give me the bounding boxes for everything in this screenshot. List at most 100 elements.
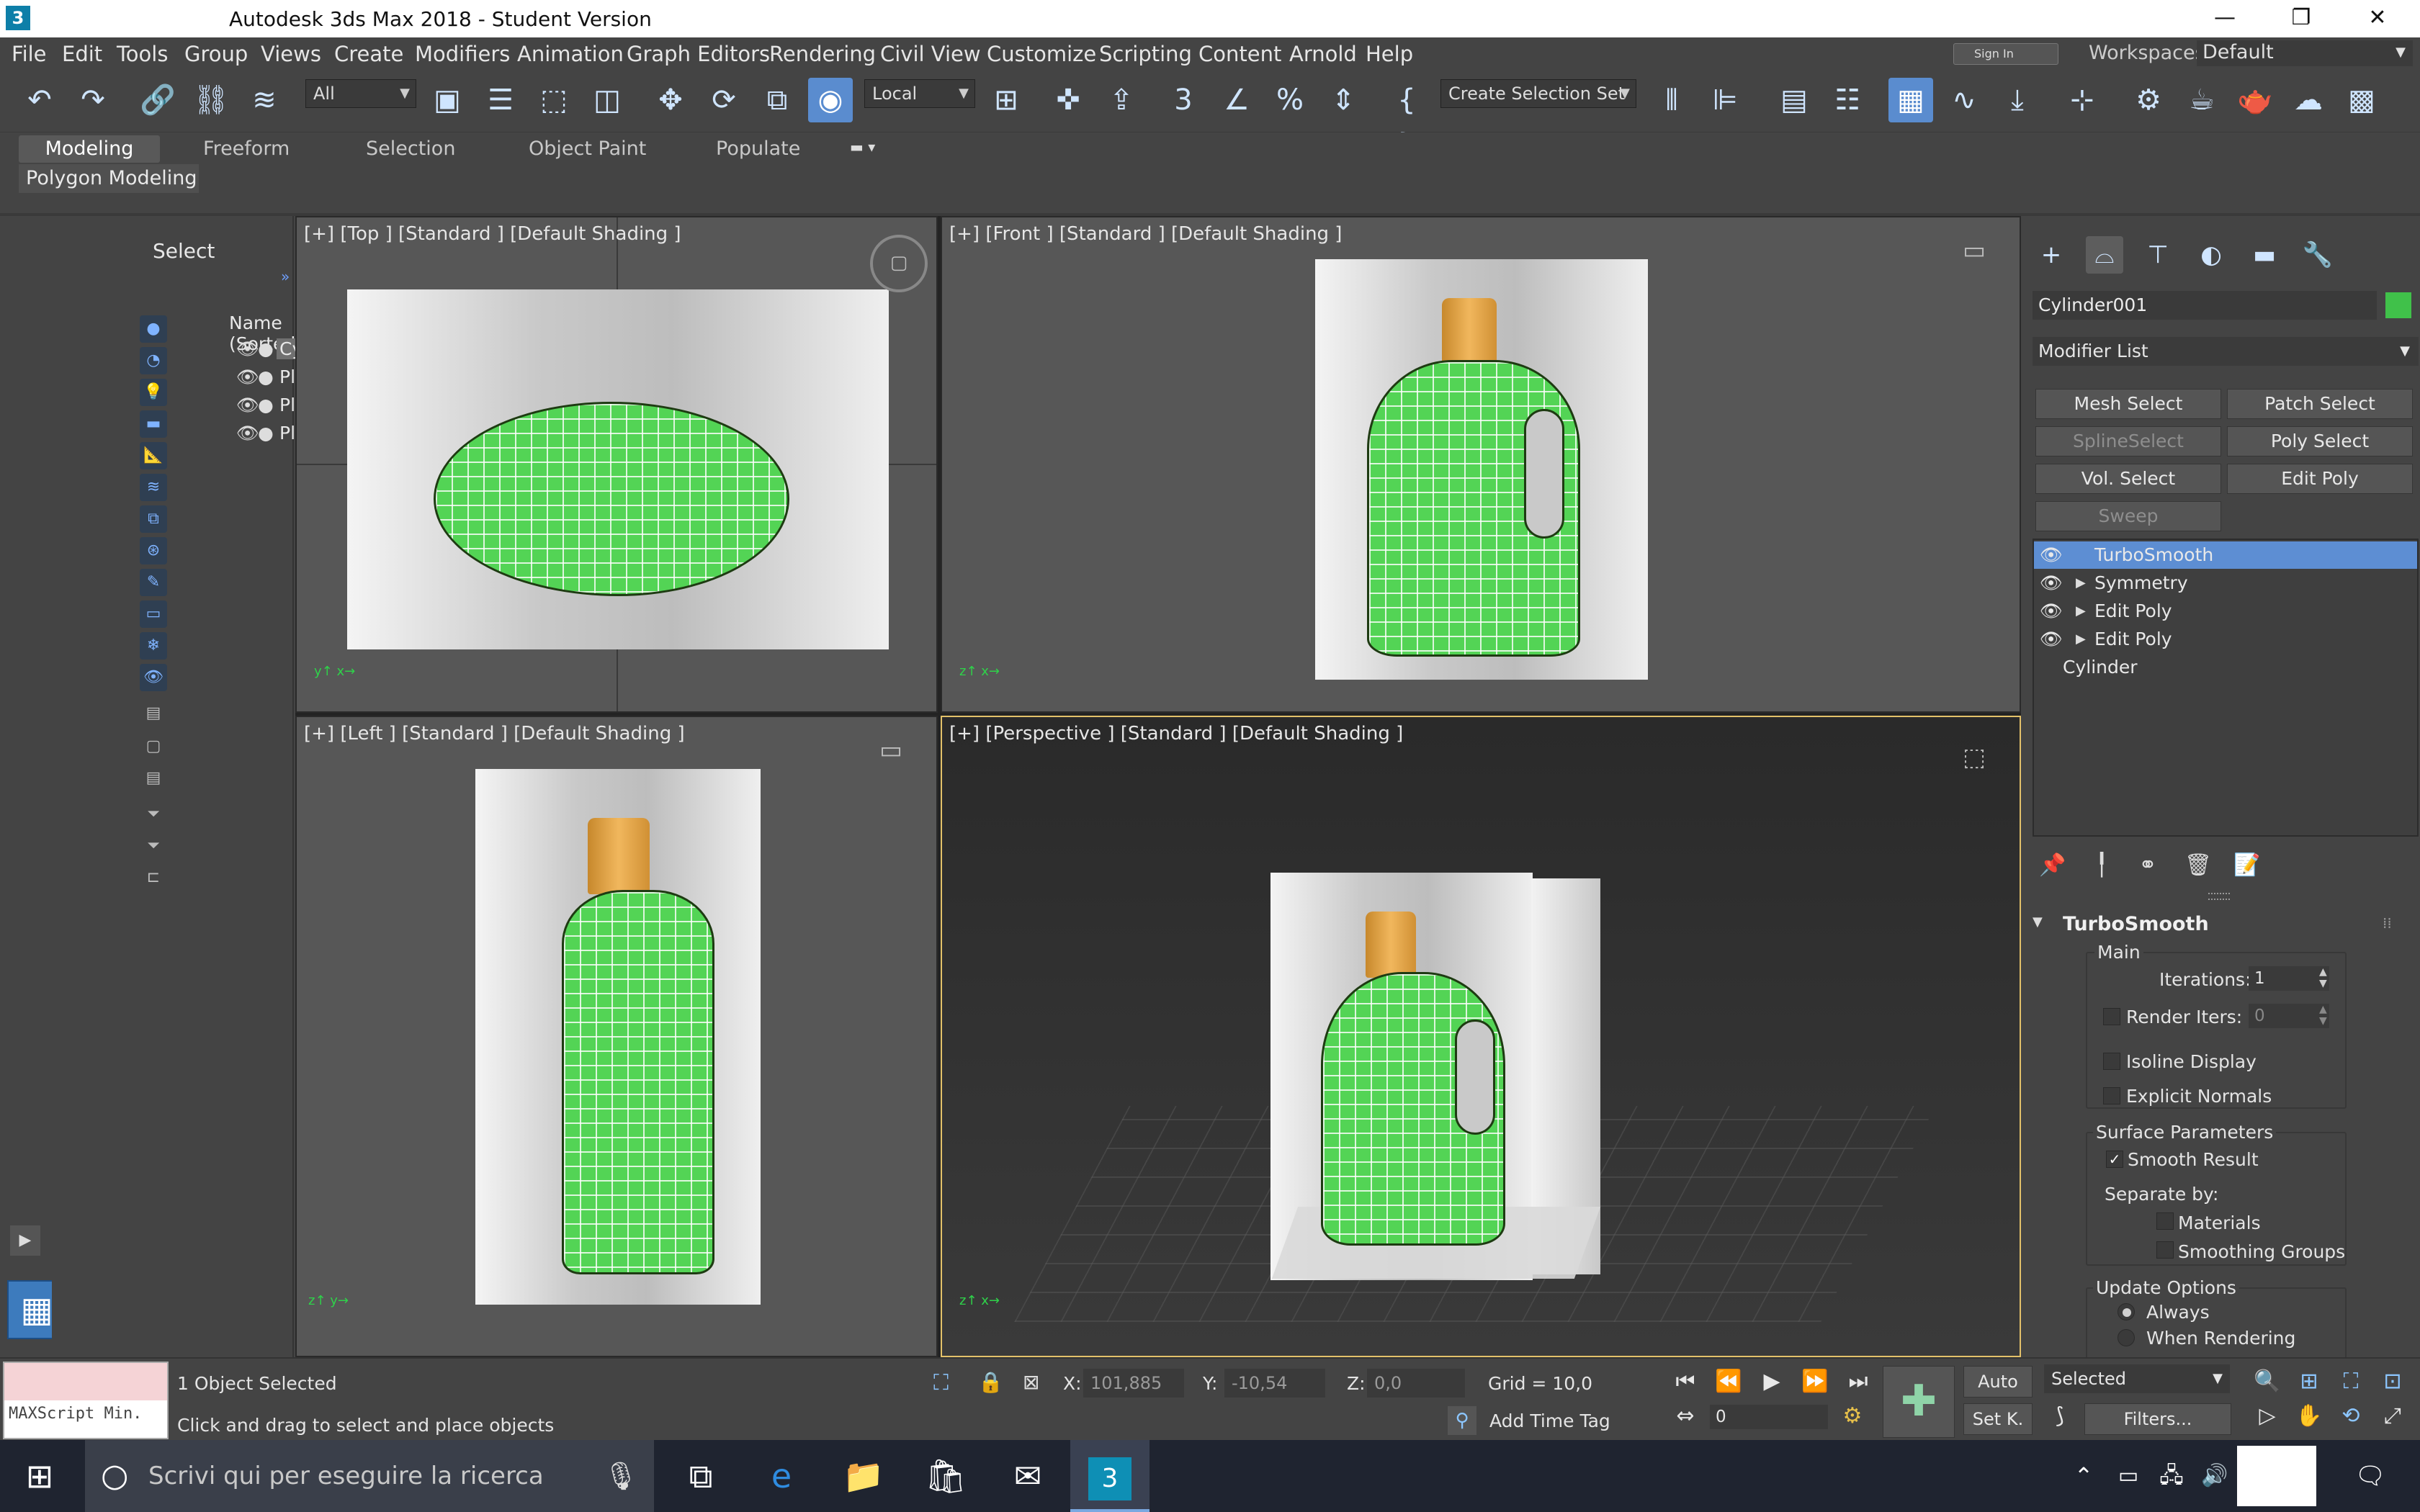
- isoline-display-checkbox[interactable]: [2103, 1053, 2120, 1070]
- eye-icon[interactable]: 👁: [236, 423, 259, 444]
- viewcube-icon[interactable]: ▭: [860, 736, 922, 765]
- display-lights-icon[interactable]: 💡: [140, 379, 167, 406]
- menu-modifiers[interactable]: Modifiers: [415, 42, 510, 66]
- edit-poly-button[interactable]: Edit Poly: [2227, 464, 2413, 494]
- smooth-result-checkbox[interactable]: ✓: [2106, 1151, 2123, 1168]
- drag-handle-icon[interactable]: ⁞⁞: [2383, 914, 2392, 932]
- rotate-icon[interactable]: ⟳: [702, 78, 746, 122]
- time-configuration-icon[interactable]: ⚙: [1832, 1399, 1873, 1434]
- stack-item-turbosmooth[interactable]: 👁 TurboSmooth: [2034, 541, 2417, 569]
- scale-icon[interactable]: ⧉: [755, 78, 799, 122]
- orbit-icon[interactable]: ⟲: [2331, 1399, 2371, 1434]
- go-to-end-icon[interactable]: ⏭: [1838, 1364, 1878, 1399]
- tab-modeling[interactable]: Modeling: [19, 135, 160, 163]
- freeze-icon[interactable]: ●: [258, 423, 277, 444]
- 3dsmax-taskbar-icon[interactable]: 3: [1070, 1440, 1150, 1512]
- key-mode-toggle-icon[interactable]: ⇔: [1665, 1399, 1706, 1434]
- iterations-spinner[interactable]: 1: [2249, 966, 2329, 991]
- menu-civil-view[interactable]: Civil View: [880, 42, 981, 66]
- maximize-viewport-icon[interactable]: ⤢: [2372, 1399, 2413, 1434]
- display-xrefs-icon[interactable]: ⊛: [140, 537, 167, 564]
- display-invert-icon[interactable]: ▤: [140, 765, 167, 792]
- expand-icon[interactable]: ▶: [2076, 598, 2086, 625]
- menu-create[interactable]: Create: [334, 42, 403, 66]
- reference-coord-dropdown[interactable]: Local: [864, 79, 975, 108]
- workspace-select[interactable]: Default ▼: [2197, 40, 2413, 66]
- unlink-icon[interactable]: ⛓: [189, 78, 233, 122]
- display-containers-icon[interactable]: ▭: [140, 600, 167, 628]
- eye-icon[interactable]: 👁: [2040, 541, 2063, 569]
- viewport-label[interactable]: [+] [Perspective ] [Standard ] [Default …: [949, 723, 1403, 744]
- vol-select-button[interactable]: Vol. Select: [2035, 464, 2221, 494]
- undo-icon[interactable]: ↶: [17, 78, 62, 122]
- field-of-view-icon[interactable]: ▷: [2247, 1399, 2287, 1434]
- render-activeshade-icon[interactable]: ☁: [2286, 78, 2331, 122]
- display-hidden-icon[interactable]: 👁: [140, 664, 167, 691]
- turbosmooth-rollout-title[interactable]: TurboSmooth: [2063, 913, 2209, 935]
- dope-sheet-icon[interactable]: ⤓: [1995, 78, 2040, 122]
- app-icon[interactable]: 3: [6, 6, 30, 30]
- clock-area[interactable]: [2237, 1446, 2316, 1506]
- viewport-front[interactable]: ▭ [+] [Front ] [Standard ] [Default Shad…: [941, 216, 2021, 713]
- rect-region-icon[interactable]: ⬚: [532, 78, 576, 122]
- curve-editor-icon[interactable]: ∿: [1942, 78, 1986, 122]
- x-coordinate-field[interactable]: 101,885: [1083, 1369, 1184, 1398]
- menu-animation[interactable]: Animation: [517, 42, 624, 66]
- eye-icon[interactable]: 👁: [236, 338, 259, 360]
- zoom-icon[interactable]: 🔍: [2247, 1364, 2287, 1399]
- viewport-label[interactable]: [+] [Front ] [Standard ] [Default Shadin…: [949, 223, 1342, 245]
- modifier-list-dropdown[interactable]: Modifier List: [2033, 337, 2419, 366]
- expand-icon[interactable]: ▶: [2076, 570, 2086, 597]
- edit-named-sets-icon[interactable]: { }: [1384, 78, 1429, 161]
- select-by-name-icon[interactable]: ☰: [478, 78, 523, 122]
- rendered-frame-window-icon[interactable]: ☕: [2179, 78, 2224, 122]
- pan-icon[interactable]: ✋: [2289, 1399, 2329, 1434]
- go-to-start-icon[interactable]: ⏮: [1665, 1364, 1706, 1399]
- ribbon-toggle-icon[interactable]: ▦: [1888, 78, 1933, 122]
- viewport-top[interactable]: ▢ [+] [Top ] [Standard ] [Default Shadin…: [295, 216, 938, 713]
- make-unique-icon[interactable]: ⚭: [2132, 850, 2164, 881]
- absolute-mode-icon[interactable]: ⊠: [1023, 1370, 1050, 1398]
- expand-icon[interactable]: ▶: [2076, 626, 2086, 653]
- select-manipulate-icon[interactable]: ✜: [1046, 78, 1090, 122]
- align-icon[interactable]: ⊫: [1703, 78, 1747, 122]
- always-radio[interactable]: [2118, 1303, 2135, 1320]
- store-icon[interactable]: 🛍: [906, 1440, 985, 1512]
- render-production-icon[interactable]: 🫖: [2233, 78, 2277, 122]
- eye-icon[interactable]: 👁: [2040, 598, 2063, 625]
- spinner-arrows-icon[interactable]: ▲ ▼: [2319, 966, 2327, 989]
- freeze-icon[interactable]: ●: [258, 395, 277, 415]
- menu-views[interactable]: Views: [261, 42, 321, 66]
- menu-rendering[interactable]: Rendering: [769, 42, 876, 66]
- spinner-snap-icon[interactable]: ⇕: [1321, 78, 1366, 122]
- show-end-result-icon[interactable]: ╿: [2086, 850, 2118, 881]
- play-animation-icon[interactable]: ▶: [1752, 1364, 1792, 1399]
- hierarchy-tab-icon[interactable]: ⊤: [2139, 236, 2177, 274]
- tab-populate[interactable]: Populate: [703, 135, 813, 163]
- splitter-handle[interactable]: [2208, 893, 2230, 900]
- notification-center-icon[interactable]: 🗨: [2331, 1440, 2410, 1512]
- set-key-big-icon[interactable]: ✚: [1883, 1366, 1955, 1438]
- close-button[interactable]: ✕: [2339, 0, 2416, 37]
- display-groups-icon[interactable]: ⧉: [140, 505, 167, 533]
- viewcube-icon[interactable]: ⬚: [1943, 743, 2005, 772]
- stack-item-edit-poly[interactable]: 👁 ▶ Edit Poly: [2034, 598, 2417, 625]
- display-shapes-icon[interactable]: ◔: [140, 347, 167, 374]
- windows-start-icon[interactable]: ⊞: [0, 1440, 79, 1512]
- viewcube-icon[interactable]: ▭: [1943, 236, 2005, 265]
- mirror-icon[interactable]: ⫴: [1649, 78, 1694, 122]
- hierarchy-icon[interactable]: ⊏: [140, 864, 167, 891]
- stack-item-symmetry[interactable]: 👁 ▶ Symmetry: [2034, 570, 2417, 597]
- render-setup-icon[interactable]: ⚙: [2126, 78, 2171, 122]
- collapse-icon[interactable]: »: [281, 268, 290, 285]
- viewport-label[interactable]: [+] [Top ] [Standard ] [Default Shading …: [304, 223, 681, 245]
- polygon-modeling-panel[interactable]: Polygon Modeling: [19, 164, 199, 193]
- zoom-extents-icon[interactable]: ⛶: [2331, 1364, 2371, 1399]
- menu-help[interactable]: Help: [1366, 42, 1413, 66]
- microphone-icon[interactable]: 🎙: [604, 1440, 638, 1512]
- freeze-icon[interactable]: ●: [258, 338, 277, 359]
- current-frame-field[interactable]: 0: [1710, 1405, 1828, 1429]
- selection-set-dropdown[interactable]: Create Selection Set: [1440, 79, 1636, 108]
- auto-key-button[interactable]: Auto: [1963, 1366, 2033, 1398]
- set-key-button[interactable]: Set K.: [1963, 1403, 2033, 1435]
